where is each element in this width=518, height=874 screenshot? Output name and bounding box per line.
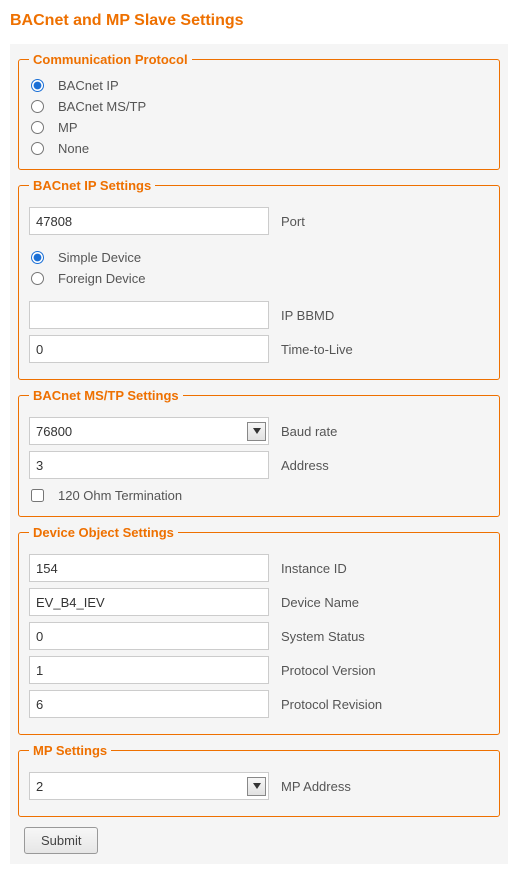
bacnet-ip-legend: BACnet IP Settings bbox=[29, 178, 155, 193]
baud-label: Baud rate bbox=[281, 424, 337, 439]
port-input[interactable] bbox=[29, 207, 269, 235]
settings-panel: Communication Protocol BACnet IP BACnet … bbox=[10, 44, 508, 864]
comm-proto-none-row: None bbox=[29, 138, 489, 159]
mp-settings-fieldset: MP Settings 2 MP Address bbox=[18, 743, 500, 817]
bacnet-ip-fieldset: BACnet IP Settings Port Simple Device Fo… bbox=[18, 178, 500, 380]
comm-proto-bacnet-ip-row: BACnet IP bbox=[29, 75, 489, 96]
page-title: BACnet and MP Slave Settings bbox=[10, 12, 508, 30]
foreign-device-row: Foreign Device bbox=[29, 268, 489, 289]
proto-rev-row: Protocol Revision bbox=[29, 690, 489, 718]
ttl-label: Time-to-Live bbox=[281, 342, 353, 357]
comm-proto-mp-label: MP bbox=[58, 120, 78, 135]
mp-address-select[interactable]: 2 bbox=[29, 772, 269, 800]
instance-id-row: Instance ID bbox=[29, 554, 489, 582]
comm-proto-mp-radio[interactable] bbox=[31, 121, 44, 134]
port-row: Port bbox=[29, 207, 489, 235]
bacnet-mstp-fieldset: BACnet MS/TP Settings 76800 Baud rate Ad… bbox=[18, 388, 500, 517]
instance-id-input[interactable] bbox=[29, 554, 269, 582]
mstp-address-label: Address bbox=[281, 458, 329, 473]
proto-rev-input[interactable] bbox=[29, 690, 269, 718]
simple-device-row: Simple Device bbox=[29, 247, 489, 268]
comm-proto-none-radio[interactable] bbox=[31, 142, 44, 155]
mstp-address-row: Address bbox=[29, 451, 489, 479]
comm-protocol-fieldset: Communication Protocol BACnet IP BACnet … bbox=[18, 52, 500, 170]
mp-settings-legend: MP Settings bbox=[29, 743, 111, 758]
simple-device-label: Simple Device bbox=[58, 250, 141, 265]
ttl-input[interactable] bbox=[29, 335, 269, 363]
termination-row: 120 Ohm Termination bbox=[29, 485, 489, 506]
ip-bbmd-row: IP BBMD bbox=[29, 301, 489, 329]
device-object-legend: Device Object Settings bbox=[29, 525, 178, 540]
baud-row: 76800 Baud rate bbox=[29, 417, 489, 445]
sys-status-row: System Status bbox=[29, 622, 489, 650]
device-object-fieldset: Device Object Settings Instance ID Devic… bbox=[18, 525, 500, 735]
comm-protocol-legend: Communication Protocol bbox=[29, 52, 192, 67]
mp-address-row: 2 MP Address bbox=[29, 772, 489, 800]
chevron-down-icon bbox=[247, 422, 266, 441]
foreign-device-label: Foreign Device bbox=[58, 271, 145, 286]
ttl-row: Time-to-Live bbox=[29, 335, 489, 363]
bacnet-mstp-legend: BACnet MS/TP Settings bbox=[29, 388, 183, 403]
termination-label: 120 Ohm Termination bbox=[58, 488, 182, 503]
mp-address-label: MP Address bbox=[281, 779, 351, 794]
comm-proto-mp-row: MP bbox=[29, 117, 489, 138]
chevron-down-icon bbox=[247, 777, 266, 796]
baud-select[interactable]: 76800 bbox=[29, 417, 269, 445]
proto-ver-input[interactable] bbox=[29, 656, 269, 684]
simple-device-radio[interactable] bbox=[31, 251, 44, 264]
comm-proto-none-label: None bbox=[58, 141, 89, 156]
comm-proto-bacnet-ip-label: BACnet IP bbox=[58, 78, 119, 93]
mstp-address-input[interactable] bbox=[29, 451, 269, 479]
proto-ver-label: Protocol Version bbox=[281, 663, 376, 678]
comm-proto-bacnet-mstp-radio[interactable] bbox=[31, 100, 44, 113]
instance-id-label: Instance ID bbox=[281, 561, 347, 576]
comm-proto-bacnet-ip-radio[interactable] bbox=[31, 79, 44, 92]
sys-status-label: System Status bbox=[281, 629, 365, 644]
baud-select-value: 76800 bbox=[36, 424, 72, 439]
port-label: Port bbox=[281, 214, 305, 229]
mp-address-select-value: 2 bbox=[36, 779, 43, 794]
proto-rev-label: Protocol Revision bbox=[281, 697, 382, 712]
ip-bbmd-label: IP BBMD bbox=[281, 308, 334, 323]
sys-status-input[interactable] bbox=[29, 622, 269, 650]
foreign-device-radio[interactable] bbox=[31, 272, 44, 285]
device-name-label: Device Name bbox=[281, 595, 359, 610]
comm-proto-bacnet-mstp-row: BACnet MS/TP bbox=[29, 96, 489, 117]
comm-proto-bacnet-mstp-label: BACnet MS/TP bbox=[58, 99, 146, 114]
termination-checkbox[interactable] bbox=[31, 489, 44, 502]
proto-ver-row: Protocol Version bbox=[29, 656, 489, 684]
device-name-input[interactable] bbox=[29, 588, 269, 616]
device-name-row: Device Name bbox=[29, 588, 489, 616]
ip-bbmd-input[interactable] bbox=[29, 301, 269, 329]
submit-button[interactable]: Submit bbox=[24, 827, 98, 854]
